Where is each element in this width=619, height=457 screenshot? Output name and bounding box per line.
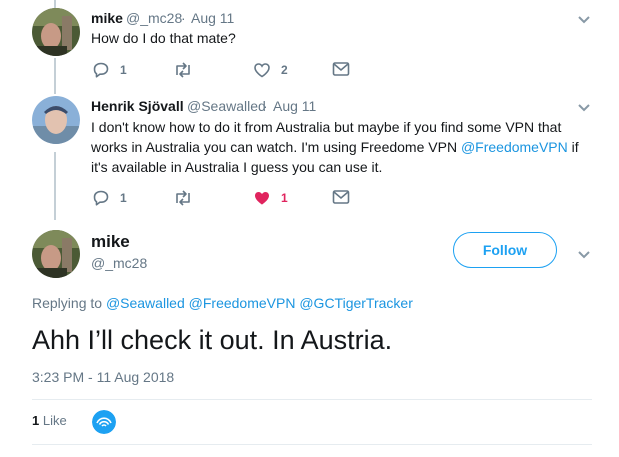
author-handle[interactable]: @_mc28 xyxy=(91,255,147,271)
mention-link[interactable]: @Seawalled xyxy=(106,295,185,311)
wifi-logo-icon xyxy=(92,410,116,434)
direct-message-button[interactable] xyxy=(332,189,350,205)
heart-filled-icon xyxy=(255,192,269,205)
retweet-button[interactable] xyxy=(173,61,193,79)
author-name[interactable]: mike xyxy=(91,10,123,26)
like-stat-count: 1 xyxy=(32,413,40,428)
thread-line-top xyxy=(54,0,56,8)
meta-separator: · xyxy=(181,10,186,26)
tweet-timestamp[interactable]: 3:23 PM - 11 Aug 2018 xyxy=(32,369,174,385)
tweet-text: I don't know how to do it from Australia… xyxy=(91,117,581,177)
reply-count: 1 xyxy=(120,63,127,77)
reply-icon xyxy=(93,62,109,78)
replying-to: Replying to @Seawalled @FreedomeVPN @GCT… xyxy=(32,295,413,311)
follow-button[interactable]: Follow xyxy=(453,232,557,268)
thread-line-1 xyxy=(54,58,56,94)
divider xyxy=(32,444,592,445)
tweet-text: How do I do that mate? xyxy=(91,30,236,46)
meta-separator: · xyxy=(263,98,268,114)
like-count: 2 xyxy=(281,63,288,77)
avatar[interactable] xyxy=(32,96,80,144)
mention-link[interactable]: @FreedomeVPN xyxy=(461,139,568,155)
avatar[interactable] xyxy=(32,8,80,56)
like-button[interactable]: 1 xyxy=(253,189,288,207)
liker-avatar[interactable] xyxy=(92,410,116,434)
author-handle[interactable]: @_mc28 xyxy=(126,10,182,26)
direct-message-button[interactable] xyxy=(332,61,350,77)
like-stats[interactable]: 1 Like xyxy=(32,413,67,428)
author-name[interactable]: Henrik Sjövall xyxy=(91,98,184,114)
chevron-down-icon[interactable] xyxy=(577,100,591,118)
reply-count: 1 xyxy=(120,191,127,205)
author-name[interactable]: mike xyxy=(91,232,130,252)
tweet-text: Ahh I’ll check it out. In Austria. xyxy=(32,325,393,355)
envelope-icon xyxy=(332,62,350,76)
mention-link[interactable]: @FreedomeVPN xyxy=(189,295,296,311)
mention-link[interactable]: @GCTigerTracker xyxy=(299,295,413,311)
replying-to-label: Replying to xyxy=(32,295,103,311)
retweet-button[interactable] xyxy=(173,189,193,207)
divider xyxy=(32,399,592,400)
avatar[interactable] xyxy=(32,230,80,278)
like-count: 1 xyxy=(281,191,288,205)
retweet-icon xyxy=(176,190,190,206)
like-stat-label: Like xyxy=(42,413,67,428)
reply-icon xyxy=(93,190,109,206)
chevron-down-icon[interactable] xyxy=(577,12,591,30)
heart-icon xyxy=(254,63,270,78)
like-button[interactable]: 2 xyxy=(253,61,288,79)
reply-button[interactable]: 1 xyxy=(92,61,127,79)
thread-line-2 xyxy=(54,152,56,220)
tweet-date[interactable]: Aug 11 xyxy=(273,98,316,114)
chevron-down-icon[interactable] xyxy=(577,247,591,265)
reply-button[interactable]: 1 xyxy=(92,189,127,207)
tweet-date[interactable]: Aug 11 xyxy=(191,10,234,26)
retweet-icon xyxy=(176,62,190,78)
envelope-icon xyxy=(332,190,350,204)
author-handle[interactable]: @Seawalled xyxy=(187,98,266,114)
